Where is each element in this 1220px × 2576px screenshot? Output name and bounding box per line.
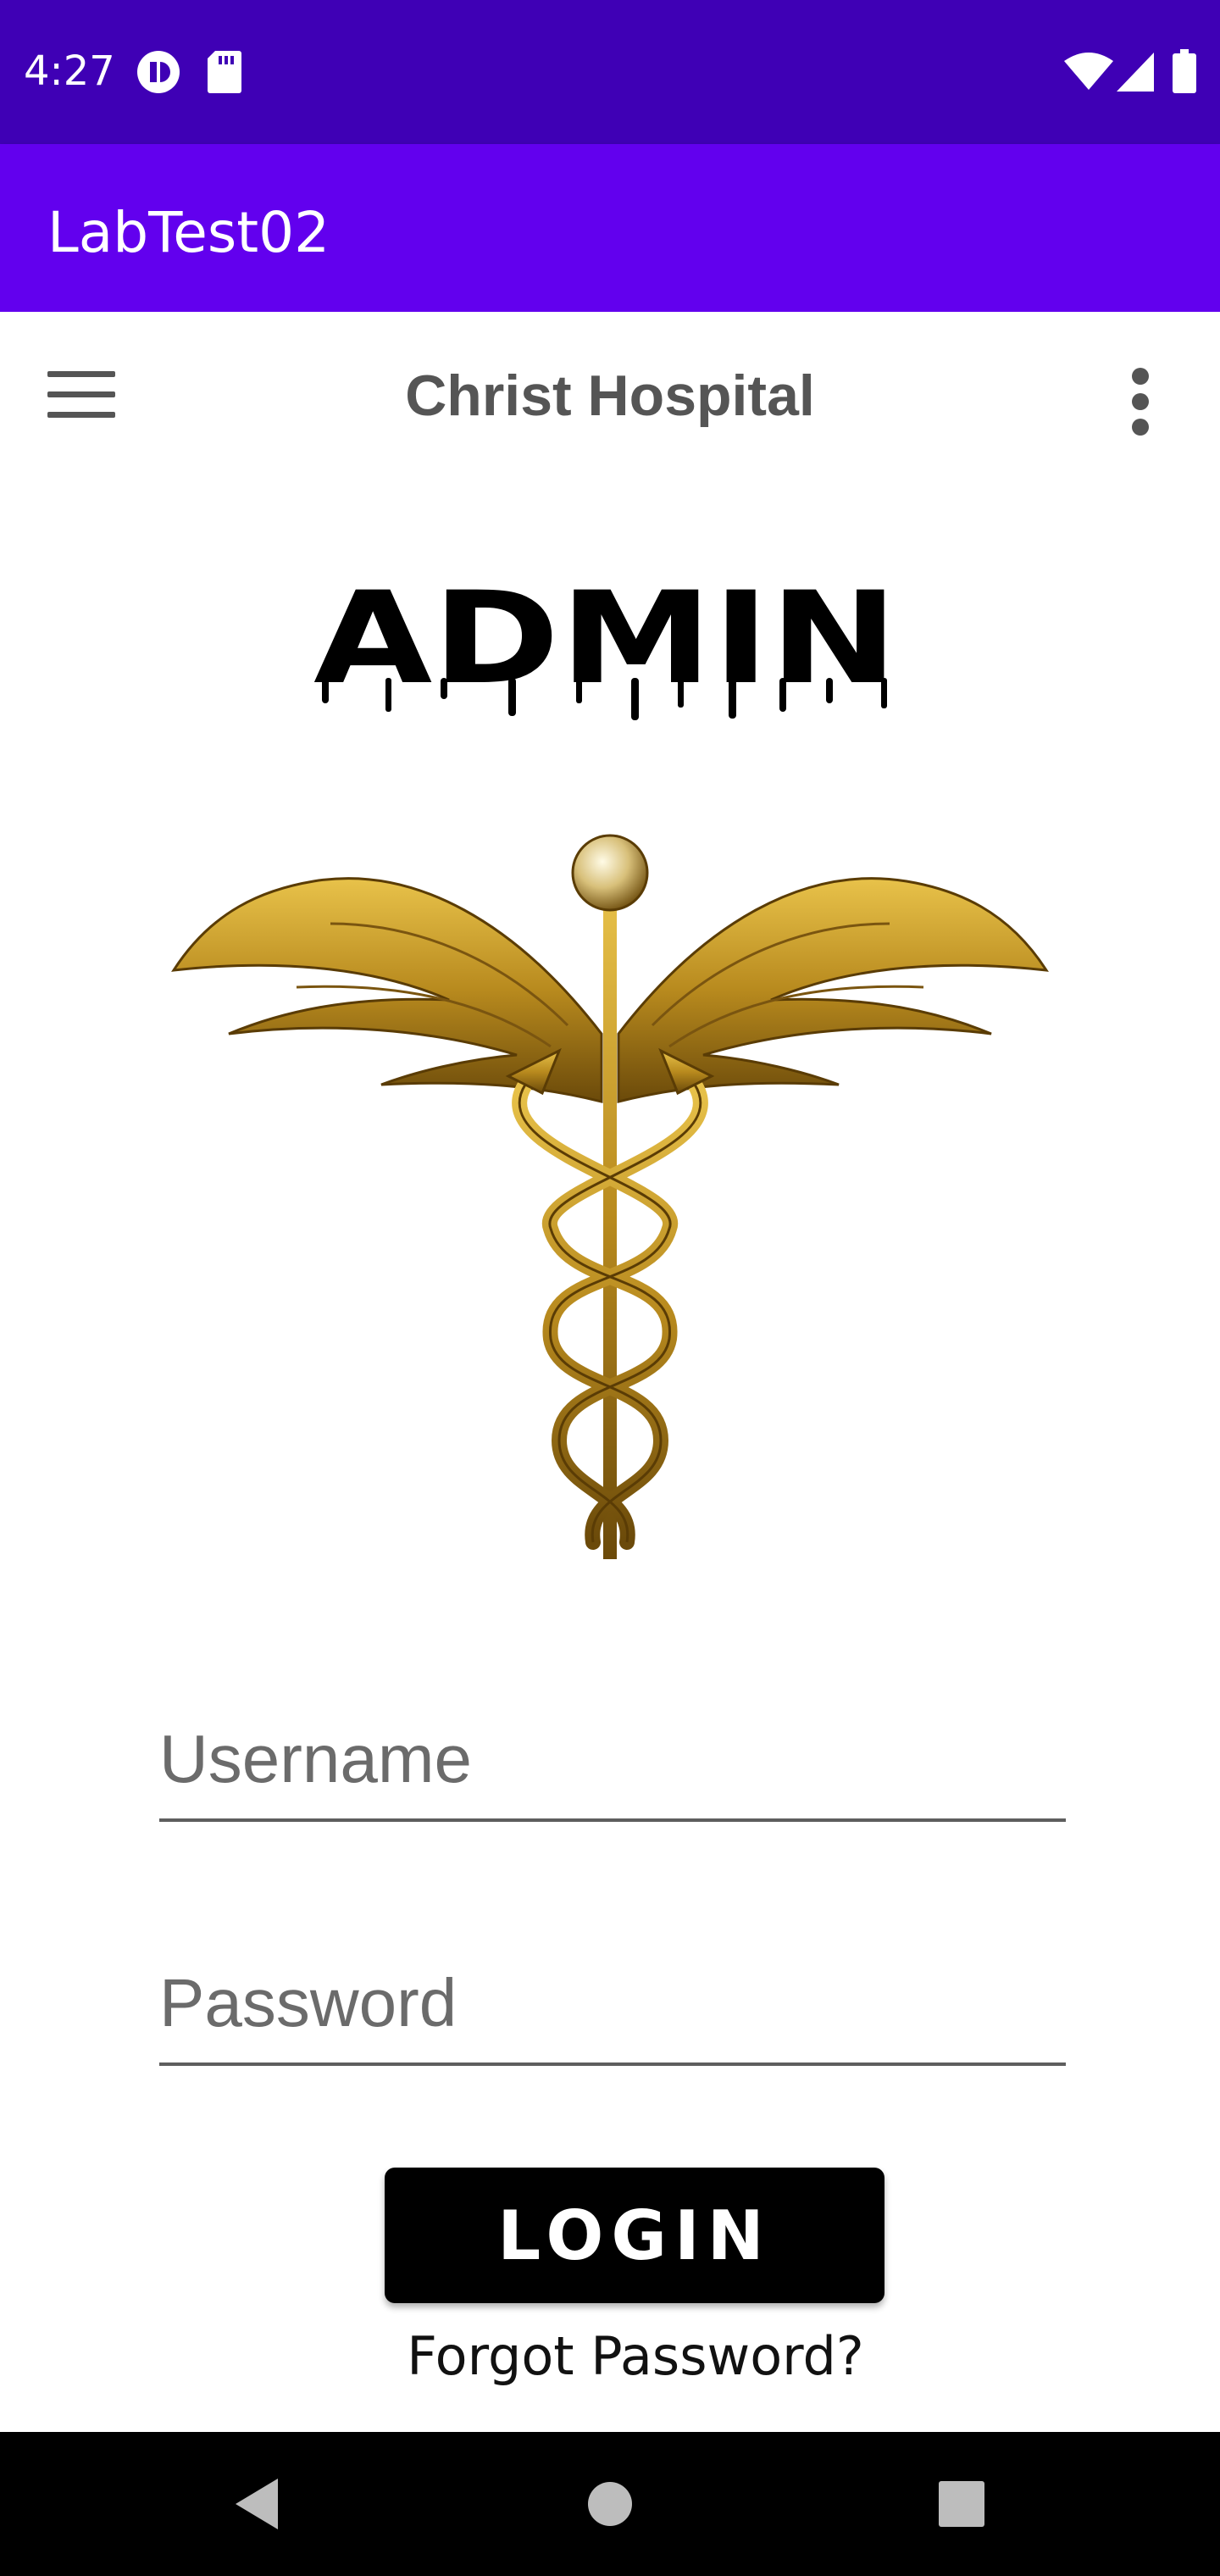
password-input[interactable] bbox=[159, 1961, 1066, 2046]
forgot-password-link[interactable]: Forgot Password? bbox=[0, 2325, 1220, 2387]
admin-title: ADMIN bbox=[313, 565, 898, 720]
app-title: LabTest02 bbox=[47, 200, 330, 265]
more-vert-icon[interactable] bbox=[1110, 359, 1169, 444]
toolbar-title: Christ Hospital bbox=[405, 364, 815, 428]
login-button[interactable]: LOGIN bbox=[385, 2168, 884, 2303]
status-time: 4:27 bbox=[24, 47, 115, 95]
app-bar: LabTest02 bbox=[0, 144, 1220, 312]
cellular-signal-icon bbox=[1117, 53, 1154, 92]
notification-app-icon bbox=[137, 51, 180, 93]
status-bar: 4:27 bbox=[0, 0, 1220, 144]
battery-icon bbox=[1173, 49, 1196, 93]
username-input[interactable] bbox=[159, 1717, 1066, 1802]
recents-icon[interactable] bbox=[890, 2432, 1034, 2576]
wifi-icon bbox=[1064, 53, 1113, 90]
system-nav-bar bbox=[0, 2432, 1220, 2576]
admin-title-text: ADMIN bbox=[313, 565, 898, 713]
home-icon[interactable] bbox=[538, 2432, 682, 2576]
toolbar: Christ Hospital bbox=[0, 312, 1220, 481]
sd-card-icon bbox=[208, 51, 241, 93]
password-field[interactable] bbox=[159, 1947, 1066, 2066]
username-field[interactable] bbox=[159, 1703, 1066, 1822]
caduceus-icon bbox=[171, 834, 1049, 1559]
back-icon[interactable] bbox=[185, 2432, 329, 2576]
